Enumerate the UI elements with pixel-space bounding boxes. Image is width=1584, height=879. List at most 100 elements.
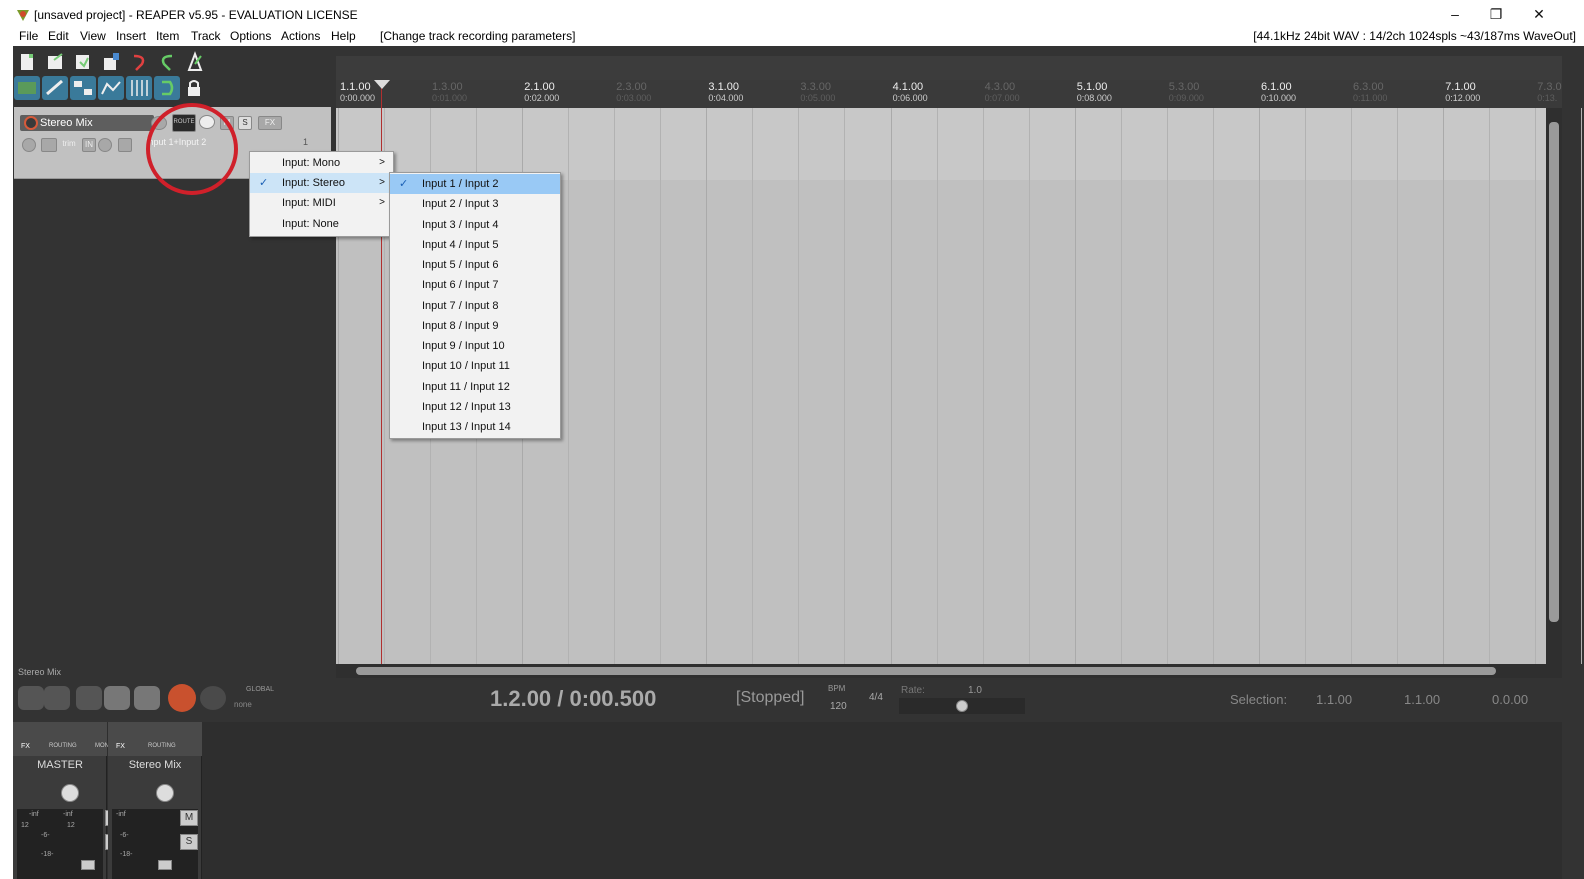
repeat-icon[interactable] — [200, 686, 226, 710]
pause-icon[interactable] — [134, 686, 160, 710]
submenu-input-pair[interactable]: Input 7 / Input 8 — [390, 296, 560, 316]
ruler-label-major[interactable]: 4.1.00 0:06.000 — [893, 82, 928, 104]
ruler-label-minor[interactable]: 1.3.00 0:01.000 — [432, 82, 467, 104]
snap-icon[interactable] — [154, 76, 180, 100]
mixer-strip-stereo-mix[interactable]: FX ROUTING Stereo Mix -inf -6- -18- M S — [108, 722, 202, 879]
goto-end-icon[interactable] — [44, 686, 70, 710]
submenu-input-pair[interactable]: Input 8 / Input 9 — [390, 316, 560, 336]
envelope-toggle-icon[interactable] — [41, 138, 57, 152]
menu-input-none[interactable]: Input: None — [250, 214, 393, 234]
strip-name-stereo-mix[interactable]: Stereo Mix — [108, 759, 202, 771]
minimize-button[interactable]: – — [1440, 4, 1470, 24]
master-fader[interactable] — [81, 860, 95, 870]
track-name[interactable]: Stereo Mix — [20, 115, 154, 131]
selection-end[interactable]: 1.1.00 — [1404, 692, 1440, 707]
stop-icon[interactable] — [76, 686, 102, 710]
menu-view[interactable]: View — [80, 29, 106, 43]
submenu-input-pair[interactable]: Input 12 / Input 13 — [390, 397, 560, 417]
submenu-input-pair[interactable]: Input 10 / Input 11 — [390, 356, 560, 376]
ruler-label-minor[interactable]: 5.3.00 0:09.000 — [1169, 82, 1204, 104]
undo-icon[interactable] — [126, 50, 152, 74]
master-fx-button[interactable]: FX — [21, 743, 30, 750]
stereo-mix-routing-button[interactable]: ROUTING — [148, 743, 176, 749]
input-monitor-button[interactable]: IN — [82, 138, 96, 152]
rate-slider[interactable] — [899, 698, 1025, 714]
menu-edit[interactable]: Edit — [48, 29, 69, 43]
ruler-label-major[interactable]: 6.1.00 0:10.000 — [1261, 82, 1296, 104]
save-project-icon[interactable] — [70, 50, 96, 74]
menu-input-stereo[interactable]: ✓ Input: Stereo > — [250, 173, 393, 193]
selection-length[interactable]: 0.0.00 — [1492, 692, 1528, 707]
strip-name-master[interactable]: MASTER — [13, 759, 107, 771]
grouping-icon[interactable] — [70, 76, 96, 100]
auto-crossfade-icon[interactable] — [14, 76, 40, 100]
menu-input-mono[interactable]: Input: Mono > — [250, 153, 393, 173]
menu-actions[interactable]: Actions — [281, 29, 320, 43]
restore-button[interactable]: ❐ — [1481, 4, 1511, 24]
open-project-icon[interactable] — [42, 50, 68, 74]
menu-help[interactable]: Help — [331, 29, 356, 43]
rate-slider-knob[interactable] — [956, 700, 968, 712]
menu-options[interactable]: Options — [230, 29, 271, 43]
submenu-input-pair[interactable]: ✓ Input 1 / Input 2 — [390, 174, 560, 194]
submenu-input-pair[interactable]: Input 4 / Input 5 — [390, 235, 560, 255]
menu-input-midi[interactable]: Input: MIDI > — [250, 193, 393, 213]
solo-button[interactable]: S — [238, 116, 252, 130]
menu-file[interactable]: File — [19, 29, 38, 43]
project-settings-icon[interactable] — [98, 50, 124, 74]
phase-icon[interactable] — [22, 138, 36, 152]
stereo-mix-fx-button[interactable]: FX — [116, 743, 125, 750]
selection-start[interactable]: 1.1.00 — [1316, 692, 1352, 707]
ruler-label-major[interactable]: 7.1.00 0:12.000 — [1445, 82, 1480, 104]
monitor-dropdown-icon[interactable] — [98, 138, 112, 152]
menu-insert[interactable]: Insert — [116, 29, 146, 43]
playhead-marker[interactable] — [374, 80, 390, 89]
ruler-label-minor[interactable]: 7.3.0 0:13. — [1537, 82, 1561, 104]
close-button[interactable]: ✕ — [1524, 4, 1554, 24]
master-pan-knob[interactable] — [61, 784, 79, 802]
audio-status[interactable]: [44.1kHz 24bit WAV : 14/2ch 1024spls ~43… — [1253, 29, 1576, 43]
menu-track[interactable]: Track — [191, 29, 221, 43]
submenu-input-pair[interactable]: Input 5 / Input 6 — [390, 255, 560, 275]
new-project-icon[interactable] — [14, 50, 40, 74]
submenu-input-pair[interactable]: Input 11 / Input 12 — [390, 377, 560, 397]
ruler-label-major[interactable]: 2.1.00 0:02.000 — [524, 82, 559, 104]
menu-item[interactable]: Item — [156, 29, 179, 43]
automation-mode[interactable]: none — [234, 700, 252, 709]
vertical-scrollbar[interactable] — [1546, 108, 1562, 664]
track-lane[interactable] — [336, 108, 1546, 180]
freeze-icon[interactable] — [118, 138, 132, 152]
grid-icon[interactable] — [126, 76, 152, 100]
bpm-value[interactable]: 120 — [830, 701, 847, 712]
play-icon[interactable] — [104, 686, 130, 710]
fx-button[interactable]: FX — [258, 116, 282, 130]
horizontal-scrollbar[interactable] — [336, 664, 1562, 678]
metronome-icon[interactable] — [182, 50, 208, 74]
ruler-label-minor[interactable]: 6.3.00 0:11.000 — [1353, 82, 1387, 104]
stereo-mix-mute-button[interactable]: M — [180, 810, 198, 826]
mixer-strip-master[interactable]: FX ROUTING MONO MASTER -inf -inf 12 12 -… — [13, 722, 123, 879]
ripple-edit-icon[interactable] — [42, 76, 68, 100]
ruler-label-major[interactable]: 1.1.00 0:00.000 — [340, 82, 375, 104]
submenu-input-pair[interactable]: Input 2 / Input 3 — [390, 194, 560, 214]
submenu-input-pair[interactable]: Input 6 / Input 7 — [390, 275, 560, 295]
ruler-label-major[interactable]: 5.1.00 0:08.000 — [1077, 82, 1112, 104]
vertical-scroll-thumb[interactable] — [1549, 122, 1559, 622]
master-routing-button[interactable]: ROUTING — [49, 743, 77, 749]
submenu-input-pair[interactable]: Input 13 / Input 14 — [390, 417, 560, 437]
lock-icon[interactable] — [182, 76, 208, 100]
time-signature[interactable]: 4/4 — [869, 692, 883, 703]
stereo-mix-solo-button[interactable]: S — [180, 834, 198, 850]
ruler-label-minor[interactable]: 3.3.00 0:05.000 — [800, 82, 835, 104]
ruler-label-minor[interactable]: 4.3.00 0:07.000 — [985, 82, 1020, 104]
timeline-ruler[interactable]: 1.1.00 0:00.000 2.1.00 0:02.000 3.1.00 0:04.0… — [336, 80, 1562, 108]
position-display[interactable]: 1.2.00 / 0:00.500 — [490, 686, 656, 712]
horizontal-scroll-thumb[interactable] — [356, 667, 1496, 675]
ruler-label-major[interactable]: 3.1.00 0:04.000 — [708, 82, 743, 104]
submenu-input-pair[interactable]: Input 9 / Input 10 — [390, 336, 560, 356]
ruler-label-minor[interactable]: 2.3.00 0:03.000 — [616, 82, 651, 104]
redo-icon[interactable] — [154, 50, 180, 74]
submenu-input-pair[interactable]: Input 3 / Input 4 — [390, 215, 560, 235]
goto-start-icon[interactable] — [18, 686, 44, 710]
stereo-mix-pan-knob[interactable] — [156, 784, 174, 802]
